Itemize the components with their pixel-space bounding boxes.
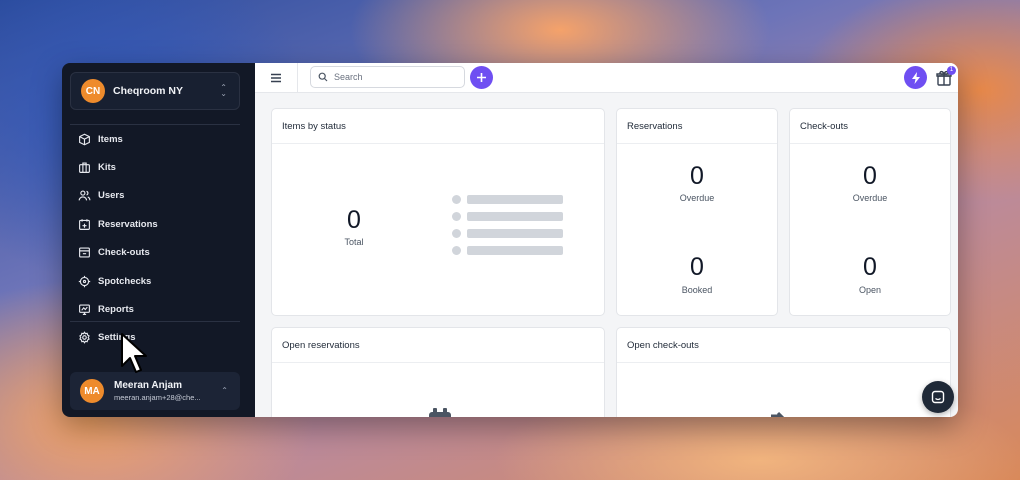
- status-legend-row: [452, 245, 563, 255]
- search-icon: [318, 72, 328, 82]
- sidebar-settings: Settings: [70, 323, 240, 351]
- app-window: CN Cheqroom NY ⌃ ⌄ Items Kits Users Reser…: [62, 63, 958, 417]
- total-value: 0: [347, 206, 361, 234]
- reservations-overdue-value: 0: [690, 162, 704, 190]
- checkouts-card[interactable]: Check-outs 0 Overdue 0 Open: [789, 108, 951, 316]
- card-divider: [272, 143, 604, 144]
- topbar-divider: [297, 63, 298, 93]
- search-box[interactable]: [310, 66, 465, 88]
- card-divider: [790, 143, 950, 144]
- top-bar: 1: [255, 63, 958, 93]
- gear-icon: [79, 330, 90, 344]
- reservations-overdue-label: Overdue: [679, 193, 715, 203]
- calendar-icon: [429, 408, 451, 417]
- org-avatar: CN: [81, 79, 105, 103]
- box-icon: [79, 133, 90, 146]
- mouse-cursor-icon: [121, 333, 147, 373]
- open-reservations-card: Open reservations: [271, 327, 605, 417]
- checkouts-overdue-value: 0: [863, 162, 877, 190]
- reservations-booked-value: 0: [690, 253, 704, 281]
- lightning-icon: [911, 71, 920, 84]
- sidebar-item-reports[interactable]: Reports: [70, 295, 240, 323]
- sidebar-item-label: Reports: [98, 304, 134, 316]
- status-legend-row: [452, 194, 563, 204]
- users-icon: [78, 190, 91, 201]
- user-name: Meeran Anjam: [114, 380, 182, 391]
- total-label: Total: [344, 237, 364, 247]
- sidebar-item-users[interactable]: Users: [70, 182, 240, 210]
- card-title: Open check-outs: [627, 340, 699, 351]
- avatar: MA: [80, 379, 104, 403]
- crosshair-icon: [78, 275, 91, 287]
- card-title: Items by status: [282, 121, 346, 132]
- org-name: Cheqroom NY: [113, 85, 184, 97]
- calendar-plus-icon: [79, 219, 90, 230]
- card-title: Reservations: [627, 121, 683, 132]
- checkouts-open-label: Open: [858, 285, 882, 295]
- sidebar: CN Cheqroom NY ⌃ ⌄ Items Kits Users Reser…: [62, 63, 255, 417]
- briefcase-icon: [79, 162, 90, 174]
- sidebar-item-label: Items: [98, 133, 123, 145]
- card-divider: [272, 362, 604, 363]
- checkout-box-icon: [79, 247, 90, 258]
- search-input[interactable]: [334, 72, 454, 82]
- sidebar-item-label: Spotchecks: [98, 275, 152, 287]
- open-checkouts-card: Open check-outs: [616, 327, 951, 417]
- main-content: 1 Items by status 0 Total Reservations 0…: [255, 63, 958, 417]
- chevron-up-down-icon: ⌃ ⌄: [220, 83, 227, 98]
- hamburger-icon: [271, 73, 281, 83]
- notification-badge: 1: [947, 66, 956, 75]
- user-email: meeran.anjam+28@che...: [114, 393, 201, 402]
- status-legend-row: [452, 211, 563, 221]
- add-button[interactable]: [470, 66, 493, 89]
- checkouts-overdue-label: Overdue: [852, 193, 888, 203]
- items-by-status-card: Items by status 0 Total: [271, 108, 605, 316]
- reservations-card[interactable]: Reservations 0 Overdue 0 Booked: [616, 108, 778, 316]
- sidebar-item-label: Users: [98, 190, 125, 202]
- chat-icon: [931, 390, 945, 404]
- card-divider: [617, 362, 950, 363]
- sidebar-item-label: Check-outs: [98, 247, 150, 259]
- chevron-up-icon: ⌃: [221, 386, 228, 395]
- card-divider: [617, 143, 777, 144]
- checkout-arrow-icon: [771, 411, 785, 417]
- card-title: Check-outs: [800, 121, 849, 132]
- sidebar-nav: Items Kits Users Reservations Check-outs…: [70, 125, 240, 324]
- checkouts-open-value: 0: [863, 253, 877, 281]
- user-info: Meeran Anjam meeran.anjam+28@che...: [114, 380, 201, 402]
- sidebar-item-settings[interactable]: Settings: [70, 323, 240, 351]
- sidebar-item-reservations[interactable]: Reservations: [70, 210, 240, 238]
- sidebar-item-items[interactable]: Items: [70, 125, 240, 153]
- reservations-booked-label: Booked: [681, 285, 713, 295]
- plus-icon: [477, 73, 486, 82]
- user-menu[interactable]: MA Meeran Anjam meeran.anjam+28@che... ⌃: [70, 372, 240, 410]
- org-switcher[interactable]: CN Cheqroom NY ⌃ ⌄: [70, 72, 240, 110]
- sidebar-item-spotchecks[interactable]: Spotchecks: [70, 267, 240, 295]
- sidebar-item-label: Kits: [98, 162, 116, 174]
- support-chat-button[interactable]: [922, 381, 954, 413]
- quick-actions-button[interactable]: [904, 66, 927, 89]
- sidebar-item-label: Reservations: [98, 218, 158, 230]
- menu-toggle-button[interactable]: [264, 68, 288, 88]
- status-legend-row: [452, 228, 563, 238]
- chart-icon: [79, 304, 90, 315]
- card-title: Open reservations: [282, 340, 360, 351]
- sidebar-divider: [70, 321, 240, 322]
- sidebar-item-checkouts[interactable]: Check-outs: [70, 239, 240, 267]
- sidebar-item-kits[interactable]: Kits: [70, 153, 240, 181]
